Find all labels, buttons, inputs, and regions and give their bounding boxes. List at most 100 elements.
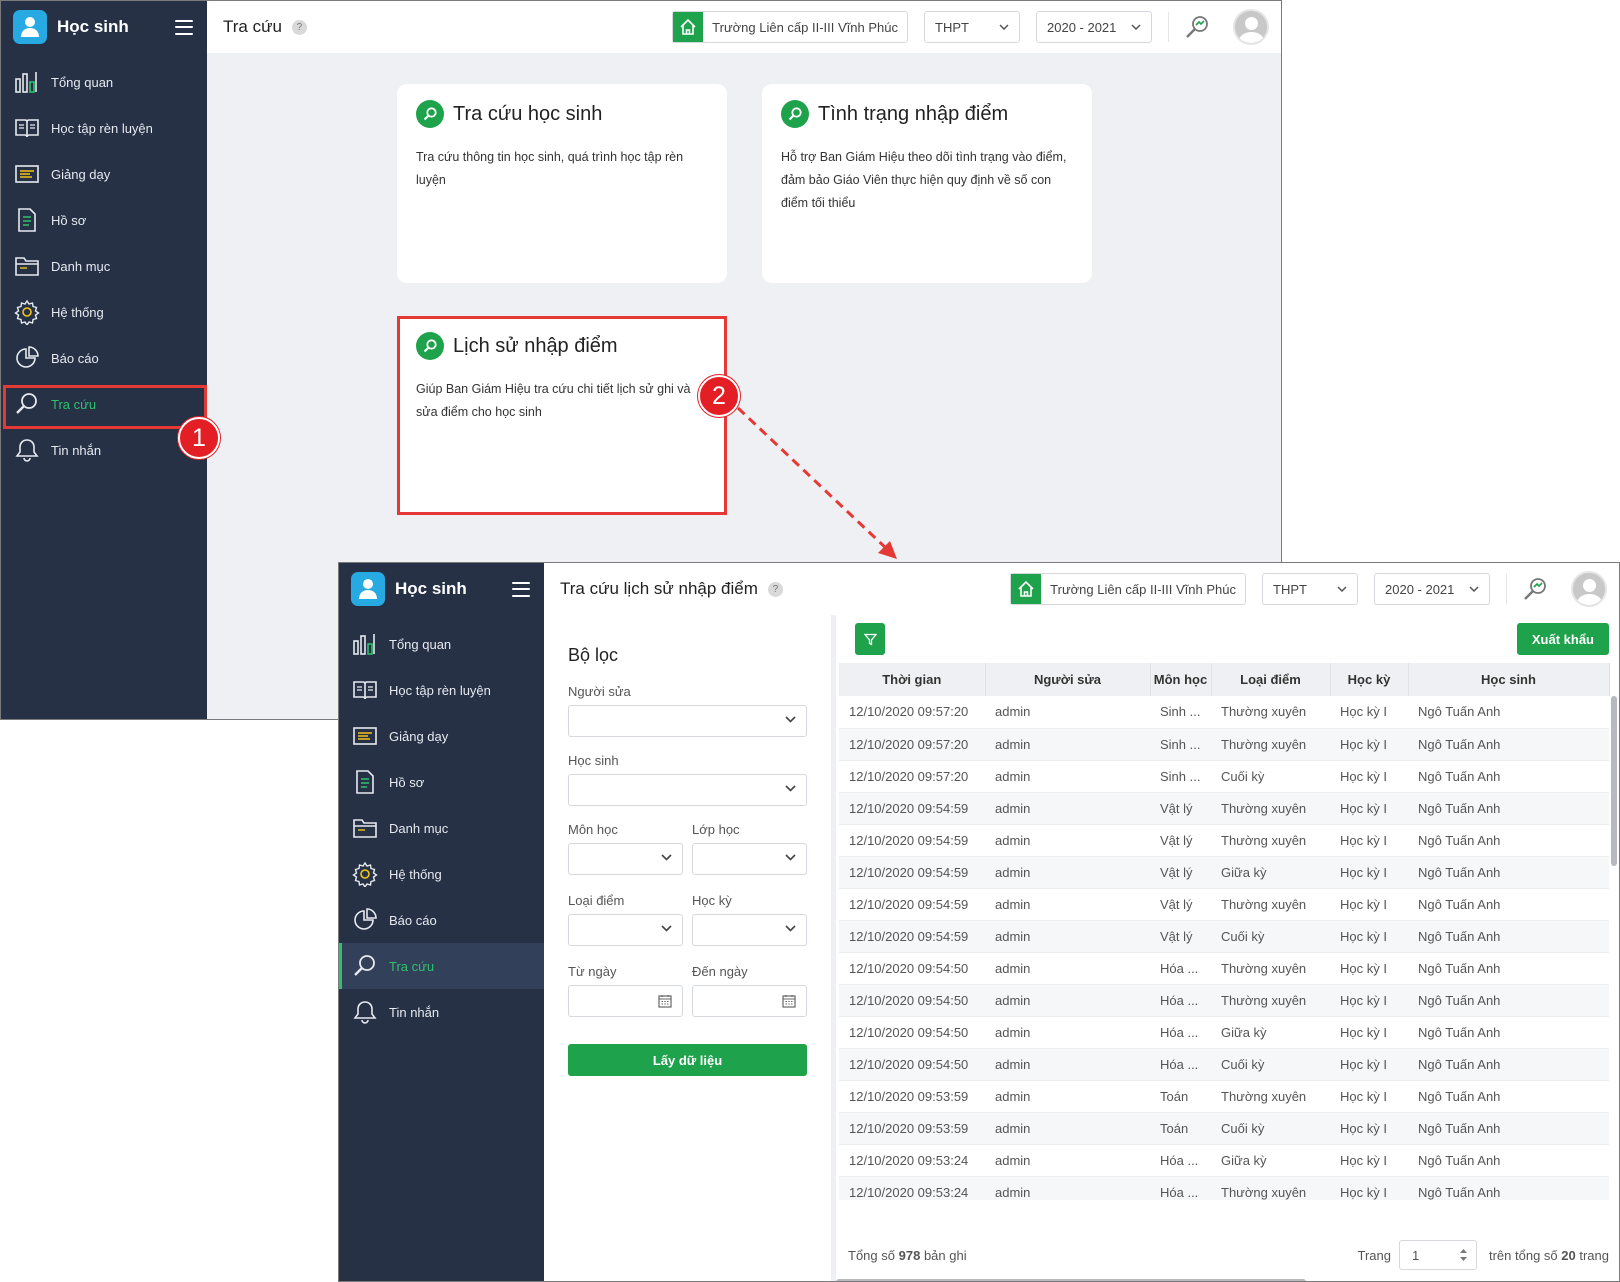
sidebar-item-hoc-tap-ren-luyen[interactable]: Học tập rèn luyện [339,667,544,713]
class-select[interactable] [692,843,807,875]
total-pages: trên tổng số 20 trang [1489,1248,1609,1263]
table-cell: Ngô Tuấn Anh [1408,1016,1609,1049]
table-row[interactable]: 12/10/2020 09:54:50 admin Hóa ... Cuối kỳ Họ… [839,1048,1609,1081]
student-label: Học sinh [568,753,619,768]
table-row[interactable]: 12/10/2020 09:53:59 admin Toán Cuối kỳ Học k… [839,1112,1609,1145]
sidebar-item-tong-quan[interactable]: Tổng quan [339,621,544,667]
table-cell: admin [985,824,1150,857]
column-header-mon-hoc[interactable]: Môn học [1150,663,1212,696]
total-records: Tổng số 978 bản ghi [848,1248,967,1263]
page-number-input[interactable]: 1 [1398,1240,1477,1270]
table-cell: 12/10/2020 09:53:59 [839,1112,985,1145]
table-cell: Cuối kỳ [1211,760,1330,793]
sidebar-item-giang-day[interactable]: Giảng dạy [339,713,544,759]
table-cell: Hóa ... [1150,1048,1211,1081]
table-row[interactable]: 12/10/2020 09:53:59 admin Toán Thường xuyên… [839,1080,1609,1113]
table-cell: 12/10/2020 09:53:59 [839,1080,985,1113]
book-icon [351,676,379,704]
sidebar-item-he-thong[interactable]: Hệ thống [339,851,544,897]
sidebar-item-label: Học tập rèn luyện [389,682,491,698]
get-data-button[interactable]: Lấy dữ liệu [568,1044,807,1076]
export-button[interactable]: Xuất khẩu [1516,623,1609,655]
sidebar-item-ho-so[interactable]: Hồ sơ [339,759,544,805]
window-tra-cuu-lich-su: Học sinh Tổng quan Học tập rèn luyện Giảng… [338,562,1620,1282]
sidebar-item-bao-cao[interactable]: Báo cáo [339,897,544,943]
subject-select[interactable] [568,843,683,875]
column-header-hoc-sinh[interactable]: Học sinh [1408,663,1610,696]
table-row[interactable]: 12/10/2020 09:54:59 admin Vật lý Cuối kỳ Học… [839,920,1609,953]
sidebar-item-danh-muc[interactable]: Danh mục [339,805,544,851]
column-header-hoc-ky[interactable]: Học kỳ [1330,663,1409,696]
table-cell: Học kỳ I [1330,856,1408,889]
table-scroll-area[interactable]: Thời gian Người sửa Môn học Loại điểm Học kỳ… [836,663,1619,1200]
table-cell: admin [985,696,1150,729]
year-select[interactable]: 2020 - 2021 [1374,573,1490,605]
table-cell: admin [985,1048,1150,1081]
column-header-thoi-gian[interactable]: Thời gian [839,663,986,696]
table-cell: 12/10/2020 09:54:50 [839,952,985,985]
chart-bars-icon [351,630,379,658]
table-cell: Vật lý [1150,888,1211,921]
table-row[interactable]: 12/10/2020 09:54:50 admin Hóa ... Thường xu… [839,952,1609,985]
table-cell: Học kỳ I [1330,760,1408,793]
spinner-arrows-icon[interactable] [1459,1247,1468,1263]
table-row[interactable]: 12/10/2020 09:53:24 admin Hóa ... Giữa kỳ Họ… [839,1144,1609,1177]
sidebar-item-tin-nhan[interactable]: Tin nhắn [339,989,544,1035]
table-row[interactable]: 12/10/2020 09:54:59 admin Vật lý Giữa kỳ Học… [839,856,1609,889]
table-cell: admin [985,1144,1150,1177]
table-cell: Sinh ... [1150,760,1211,793]
level-select[interactable]: THPT [1262,573,1358,605]
sidebar-item-label: Hệ thống [389,866,442,882]
table-row[interactable]: 12/10/2020 09:54:50 admin Hóa ... Giữa kỳ Họ… [839,1016,1609,1049]
editor-select[interactable] [568,705,807,737]
table-cell: Học kỳ I [1330,1016,1408,1049]
table-row[interactable]: 12/10/2020 09:57:20 admin Sinh ... Cuối kỳ H… [839,760,1609,793]
filter-title: Bộ lọc [568,645,619,665]
avatar[interactable] [1571,571,1607,607]
table-cell: admin [985,792,1150,825]
table-row[interactable]: 12/10/2020 09:53:24 admin Hóa ... Thường xu… [839,1176,1609,1200]
table-cell: 12/10/2020 09:54:59 [839,824,985,857]
semester-label: Học kỳ [692,893,732,908]
table-header-row: Thời gian Người sửa Môn học Loại điểm Học kỳ… [839,663,1610,696]
table-cell: Vật lý [1150,920,1211,953]
table-row[interactable]: 12/10/2020 09:57:20 admin Sinh ... Thường x… [839,696,1609,729]
from-date-input[interactable] [568,985,683,1017]
table-row[interactable]: 12/10/2020 09:54:59 admin Vật lý Thường xuy… [839,888,1609,921]
calendar-icon[interactable] [782,994,796,1008]
to-date-input[interactable] [692,985,807,1017]
table-row[interactable]: 12/10/2020 09:54:50 admin Hóa ... Thường xu… [839,984,1609,1017]
sidebar-item-tra-cuu[interactable]: Tra cứu [339,943,544,989]
table-cell: 12/10/2020 09:57:20 [839,728,985,761]
table-cell: 12/10/2020 09:57:20 [839,760,985,793]
table-cell: admin [985,1016,1150,1049]
student-select[interactable] [568,774,807,806]
chevron-down-icon [1337,586,1347,592]
calendar-icon[interactable] [658,994,672,1008]
filter-panel: Bộ lọc Người sửa Học sinh Môn học Lớp họ… [544,615,831,1281]
help-icon[interactable]: ? [767,581,783,597]
table-row[interactable]: 12/10/2020 09:54:59 admin Vật lý Thường xuy… [839,824,1609,857]
vertical-scrollbar[interactable] [1611,696,1617,866]
semester-select[interactable] [692,914,807,946]
search-tool-icon[interactable] [1521,575,1549,603]
table-row[interactable]: 12/10/2020 09:54:59 admin Vật lý Thường xuy… [839,792,1609,825]
menu-toggle-icon[interactable] [512,581,530,597]
table-cell: Học kỳ I [1330,1144,1408,1177]
level-value: THPT [1273,581,1307,597]
board-icon [351,722,379,750]
school-selector[interactable]: Trường Liên cấp II-III Vĩnh Phúc [1010,573,1246,605]
table-cell: admin [985,952,1150,985]
table-cell: Ngô Tuấn Anh [1408,792,1609,825]
table-cell: Ngô Tuấn Anh [1408,856,1609,889]
table-cell: Học kỳ I [1330,728,1408,761]
table-cell: Học kỳ I [1330,952,1408,985]
filter-toggle-button[interactable] [855,623,885,655]
column-header-loai-diem[interactable]: Loại điểm [1211,663,1331,696]
sidebar-item-label: Tra cứu [389,958,435,974]
column-header-nguoi-sua[interactable]: Người sửa [985,663,1151,696]
divider [1506,574,1507,604]
score-type-select[interactable] [568,914,683,946]
table-cell: Hóa ... [1150,984,1211,1017]
table-row[interactable]: 12/10/2020 09:57:20 admin Sinh ... Thường x… [839,728,1609,761]
